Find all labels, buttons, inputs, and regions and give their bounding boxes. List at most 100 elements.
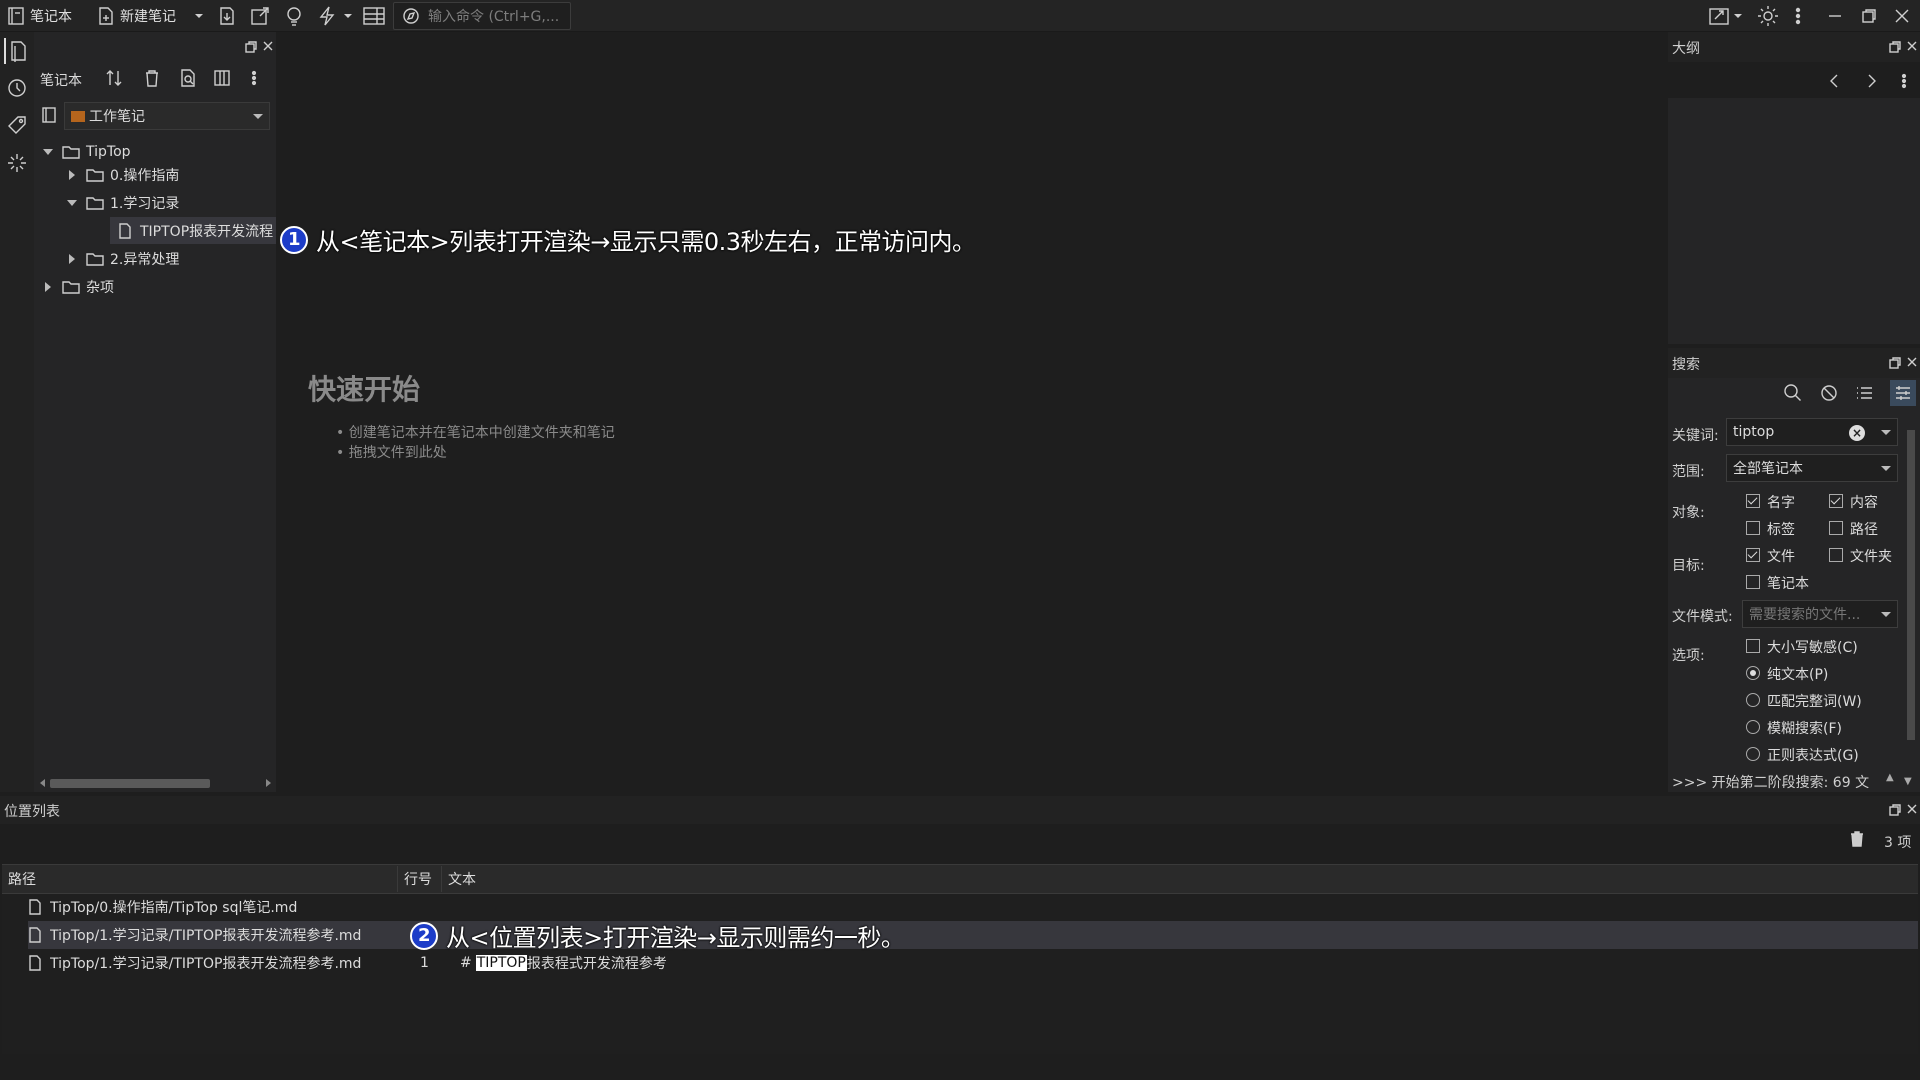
- tree-item-study-notes[interactable]: 1.学习记录: [66, 190, 179, 216]
- close-panel-icon[interactable]: [1906, 803, 1918, 815]
- chevron-down-icon[interactable]: [1881, 430, 1891, 435]
- float-panel-icon[interactable]: [1888, 356, 1902, 370]
- recycle-bin-icon[interactable]: [142, 68, 162, 88]
- clear-icon[interactable]: ×: [1849, 425, 1865, 441]
- object-content-label: 内容: [1850, 495, 1878, 511]
- regex-radio[interactable]: [1746, 747, 1760, 761]
- vertical-scrollbar[interactable]: [1906, 422, 1916, 768]
- clear-list-icon[interactable]: [1848, 830, 1866, 848]
- tree-item-guide[interactable]: 0.操作指南: [66, 162, 179, 188]
- import-icon: [216, 5, 238, 27]
- import-button[interactable]: [216, 0, 238, 32]
- plain-text-label: 纯文本(P): [1767, 667, 1829, 683]
- scrollbar-thumb[interactable]: [1907, 430, 1915, 740]
- file-icon: [28, 955, 42, 971]
- row-text: 报表程式开发流程参考: [526, 956, 667, 972]
- layout-button[interactable]: [362, 0, 386, 32]
- horizontal-scrollbar[interactable]: [38, 776, 274, 790]
- new-note-dropdown[interactable]: [194, 0, 204, 32]
- scroll-right-icon[interactable]: [266, 779, 271, 787]
- notebook-selector[interactable]: 工作笔记: [64, 102, 270, 130]
- outline-title: 大纲: [1672, 41, 1700, 57]
- expand-dropdown[interactable]: [1733, 0, 1743, 32]
- sort-icon[interactable]: [104, 68, 126, 88]
- top-toolbar: 笔记本 新建笔记 输入命令 (Ctrl+G,...: [0, 0, 1920, 32]
- table-row[interactable]: TipTop/1.学习记录/TIPTOP报表开发流程参考.md 1 # TIPT…: [28, 949, 1918, 977]
- more-vertical-icon[interactable]: [250, 68, 258, 88]
- fuzzy-search-radio[interactable]: [1746, 720, 1760, 734]
- tree-item-tiptop-report[interactable]: TIPTOP报表开发流程: [110, 217, 276, 244]
- quick-action-dropdown[interactable]: [343, 0, 353, 32]
- minimize-button[interactable]: [1826, 0, 1844, 32]
- chevron-up-icon[interactable]: ▲: [1886, 772, 1894, 783]
- snippet-icon[interactable]: [4, 150, 30, 176]
- lightning-icon: [316, 5, 338, 27]
- object-name-checkbox[interactable]: [1746, 494, 1760, 508]
- row-path: TipTop/0.操作指南/TipTop sql笔记.md: [50, 900, 298, 916]
- tips-button[interactable]: [283, 0, 305, 32]
- target-notebook-checkbox[interactable]: [1746, 575, 1760, 589]
- object-content-checkbox[interactable]: [1829, 494, 1843, 508]
- history-icon[interactable]: [4, 75, 30, 101]
- target-file-label: 文件: [1767, 549, 1795, 565]
- close-window-button[interactable]: [1893, 0, 1911, 32]
- target-folder-checkbox[interactable]: [1829, 548, 1843, 562]
- object-tag-checkbox[interactable]: [1746, 521, 1760, 535]
- plain-text-radio[interactable]: [1746, 666, 1760, 680]
- outline-panel: 大纲: [1668, 32, 1920, 344]
- whole-word-radio[interactable]: [1746, 693, 1760, 707]
- row-match-highlight: TIPTOP: [475, 955, 527, 971]
- target-file-checkbox[interactable]: [1746, 548, 1760, 562]
- tag-icon[interactable]: [4, 112, 30, 138]
- chevron-left-icon[interactable]: [1826, 72, 1844, 90]
- scope-select[interactable]: 全部笔记本: [1726, 454, 1898, 482]
- advanced-search-icon[interactable]: [1890, 380, 1916, 406]
- layout-icon: [362, 5, 386, 27]
- notebook-icon: [6, 6, 26, 26]
- command-input[interactable]: 输入命令 (Ctrl+G,...: [393, 2, 571, 30]
- chevron-right-icon[interactable]: [1862, 72, 1880, 90]
- case-sensitive-checkbox[interactable]: [1746, 639, 1760, 653]
- more-menu-button[interactable]: [1794, 0, 1802, 32]
- close-panel-icon[interactable]: [1906, 356, 1918, 368]
- chevron-right-icon: [66, 250, 78, 268]
- cancel-search-icon[interactable]: [1818, 382, 1840, 404]
- object-path-checkbox[interactable]: [1829, 521, 1843, 535]
- quick-action-button[interactable]: [316, 0, 338, 32]
- float-panel-icon[interactable]: [1888, 803, 1902, 817]
- table-row[interactable]: TipTop/1.学习记录/TIPTOP报表开发流程参考.md: [28, 921, 1918, 949]
- float-panel-icon[interactable]: [244, 40, 258, 54]
- notebook-explorer-icon[interactable]: [4, 38, 30, 64]
- close-panel-icon[interactable]: [1906, 40, 1918, 52]
- locate-file-icon[interactable]: [178, 68, 198, 88]
- list-icon[interactable]: [1854, 382, 1876, 404]
- restore-button[interactable]: [1860, 0, 1878, 32]
- new-note-icon: [96, 6, 116, 26]
- notebook-menu-button[interactable]: 笔记本: [6, 0, 72, 32]
- view-mode-icon[interactable]: [212, 68, 232, 88]
- tree-item-misc[interactable]: 杂项: [42, 274, 114, 300]
- tree-item-exceptions[interactable]: 2.异常处理: [66, 246, 179, 272]
- new-note-button[interactable]: 新建笔记: [96, 0, 176, 32]
- scrollbar-thumb[interactable]: [50, 779, 210, 788]
- search-icon[interactable]: [1782, 382, 1804, 404]
- file-pattern-input[interactable]: 需要搜索的文件...: [1742, 600, 1898, 628]
- close-panel-icon[interactable]: [262, 40, 274, 52]
- row-line: 1: [420, 955, 429, 971]
- row-text-prefix: #: [460, 955, 472, 971]
- export-button[interactable]: [249, 0, 271, 32]
- object-label: 对象:: [1672, 505, 1705, 521]
- more-vertical-icon[interactable]: [1900, 72, 1908, 90]
- scope-value: 全部笔记本: [1733, 461, 1803, 477]
- table-row[interactable]: TipTop/0.操作指南/TipTop sql笔记.md: [28, 893, 1918, 921]
- float-panel-icon[interactable]: [1888, 40, 1902, 54]
- column-header-path[interactable]: 路径: [2, 866, 398, 892]
- chevron-down-icon[interactable]: ▼: [1904, 776, 1912, 787]
- column-header-line[interactable]: 行号: [398, 866, 442, 892]
- activity-bar: [0, 32, 34, 792]
- settings-button[interactable]: [1756, 0, 1780, 32]
- expand-button[interactable]: [1708, 0, 1730, 32]
- column-header-text[interactable]: 文本: [442, 866, 1918, 892]
- keyword-input[interactable]: tiptop ×: [1726, 418, 1898, 446]
- scroll-left-icon[interactable]: [40, 779, 45, 787]
